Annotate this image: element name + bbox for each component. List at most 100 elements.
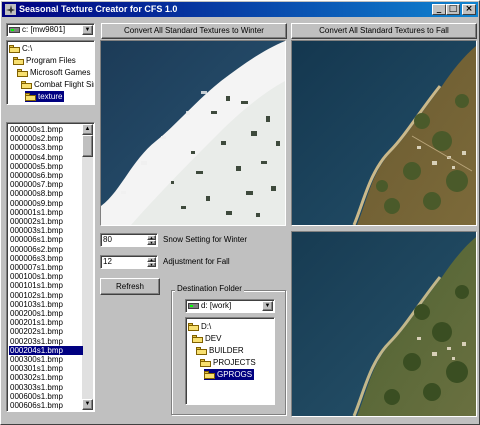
file-list-item[interactable]: 000103s1.bmp — [9, 300, 83, 309]
folder-label: GPROGS — [217, 370, 253, 379]
file-list-item[interactable]: 000302s1.bmp — [9, 373, 83, 382]
fall-down-icon[interactable]: ▼ — [147, 262, 156, 267]
folder-icon — [9, 44, 20, 53]
minimize-button[interactable]: _ — [432, 4, 446, 15]
chevron-down-icon[interactable]: ▼ — [262, 301, 273, 311]
file-list-item[interactable]: 000204s1.bmp — [9, 345, 83, 355]
file-list-item[interactable]: 000006s1.bmp — [9, 235, 83, 244]
destination-drive-select[interactable]: d: [work] ▼ — [185, 299, 275, 313]
close-button[interactable]: × — [462, 4, 476, 15]
convert-fall-button[interactable]: Convert All Standard Textures to Fall — [291, 23, 477, 39]
file-list-item[interactable]: 000000s6.bmp — [9, 171, 83, 180]
fall-adjust-value[interactable]: 12 — [103, 257, 112, 267]
fall-preview-image — [291, 40, 477, 226]
source-folder-list[interactable]: C:\ Program Files Microsoft Games Combat Fl… — [6, 40, 95, 105]
folder-icon — [17, 68, 28, 77]
folder-item[interactable]: C:\ — [9, 43, 34, 54]
folder-item[interactable]: D:\ — [188, 321, 213, 332]
folder-icon — [21, 80, 32, 89]
folder-label: Program Files — [26, 56, 76, 65]
app-icon — [5, 4, 16, 15]
scroll-down-icon[interactable]: ▼ — [82, 399, 93, 410]
fall-adjust-stepper[interactable]: ▲ ▼ — [147, 257, 156, 267]
snow-setting-label: Snow Setting for Winter — [163, 235, 248, 244]
file-list-item[interactable]: 000002s1.bmp — [9, 217, 83, 226]
folder-icon — [196, 346, 207, 355]
file-list-item[interactable]: 000202s1.bmp — [9, 327, 83, 336]
folder-item[interactable]: Microsoft Games — [17, 67, 92, 78]
file-list-item[interactable]: 000006s3.bmp — [9, 254, 83, 263]
file-list-item[interactable]: 000000s1.bmp — [9, 125, 83, 134]
folder-icon — [13, 56, 24, 65]
file-list-item[interactable]: 000300s1.bmp — [9, 355, 83, 364]
folder-label: Combat Flight Sim — [34, 80, 95, 89]
drive-icon — [188, 303, 199, 309]
folder-label: BUILDER — [209, 346, 244, 355]
folder-item[interactable]: BUILDER — [196, 345, 246, 356]
destination-folder-list[interactable]: D:\ DEV BUILDER PROJECTS GPROGS — [185, 317, 275, 405]
folder-label: D:\ — [201, 322, 212, 331]
file-list-item[interactable]: 000000s4.bmp — [9, 153, 83, 162]
folder-label: C:\ — [22, 44, 33, 53]
texture-file-list[interactable]: ▲ ▼ 000000s1.bmp 000000s2.bmp 000000s3.bmp… — [6, 122, 95, 412]
file-list-item[interactable]: 000600s1.bmp — [9, 392, 83, 401]
scroll-thumb[interactable] — [82, 135, 93, 157]
maximize-button[interactable]: □ — [446, 4, 460, 15]
folder-label: Microsoft Games — [30, 68, 91, 77]
original-texture — [292, 232, 476, 416]
refresh-button[interactable]: Refresh — [100, 278, 160, 295]
file-list-scrollbar[interactable]: ▲ ▼ — [82, 124, 93, 410]
file-list-item[interactable]: 000201s1.bmp — [9, 318, 83, 327]
file-list-item[interactable]: 000101s1.bmp — [9, 281, 83, 290]
file-list-item[interactable]: 000001s1.bmp — [9, 208, 83, 217]
file-list-item[interactable]: 000301s1.bmp — [9, 364, 83, 373]
file-list-item[interactable]: 000007s1.bmp — [9, 263, 83, 272]
folder-icon — [204, 370, 215, 379]
file-list-item[interactable]: 000000s2.bmp — [9, 134, 83, 143]
file-list-item[interactable]: 000000s8.bmp — [9, 189, 83, 198]
winter-preview-image — [100, 40, 286, 226]
drive-select-value: c: [mw9801] — [9, 25, 65, 35]
file-list-item[interactable]: 000000s3.bmp — [9, 143, 83, 152]
fall-texture — [292, 41, 476, 225]
file-list-item[interactable]: 000200s1.bmp — [9, 309, 83, 318]
snow-setting-spinner[interactable]: 80 ▲ ▼ — [100, 233, 158, 247]
folder-item[interactable]: texture — [25, 91, 65, 102]
folder-label: DEV — [205, 334, 222, 343]
folder-item[interactable]: Combat Flight Sim — [21, 79, 95, 90]
folder-item[interactable]: Program Files — [13, 55, 78, 66]
folder-item[interactable]: PROJECTS — [200, 357, 258, 368]
file-list-item[interactable]: 000303s1.bmp — [9, 383, 83, 392]
folder-label: texture — [38, 92, 63, 101]
file-list-item[interactable]: 000000s5.bmp — [9, 162, 83, 171]
snow-setting-value[interactable]: 80 — [103, 235, 112, 245]
folder-icon — [25, 92, 36, 101]
title-bar[interactable]: Seasonal Texture Creator for CFS 1.0 _ □… — [2, 2, 478, 17]
destination-drive-value: d: [work] — [188, 301, 231, 311]
file-list-item[interactable]: 000000s9.bmp — [9, 199, 83, 208]
app-window: Seasonal Texture Creator for CFS 1.0 _ □… — [0, 0, 480, 425]
file-list-item[interactable]: 000000s7.bmp — [9, 180, 83, 189]
snow-down-icon[interactable]: ▼ — [147, 240, 156, 245]
folder-icon — [192, 334, 203, 343]
folder-icon — [188, 322, 199, 331]
folder-item[interactable]: GPROGS — [204, 369, 255, 380]
scroll-up-icon[interactable]: ▲ — [82, 124, 93, 135]
file-list-item[interactable]: 000100s1.bmp — [9, 272, 83, 281]
folder-item[interactable]: DEV — [192, 333, 223, 344]
file-list-item[interactable]: 000003s1.bmp — [9, 226, 83, 235]
window-title: Seasonal Texture Creator for CFS 1.0 — [19, 4, 178, 14]
drive-select-label: c: [mw9801] — [22, 25, 66, 34]
file-list-item[interactable]: 000102s1.bmp — [9, 291, 83, 300]
drive-icon — [9, 27, 20, 33]
chevron-down-icon[interactable]: ▼ — [82, 25, 93, 35]
convert-winter-button[interactable]: Convert All Standard Textures to Winter — [101, 23, 287, 39]
fall-adjust-label: Adjustment for Fall — [163, 257, 230, 266]
file-list-item[interactable]: 000203s1.bmp — [9, 337, 83, 346]
snow-setting-stepper[interactable]: ▲ ▼ — [147, 235, 156, 245]
file-list-item[interactable]: 000006s2.bmp — [9, 245, 83, 254]
drive-select[interactable]: c: [mw9801] ▼ — [6, 23, 95, 37]
fall-adjust-spinner[interactable]: 12 ▲ ▼ — [100, 255, 158, 269]
file-list-item[interactable]: 000606s1.bmp — [9, 401, 83, 410]
original-preview-image — [291, 231, 477, 417]
